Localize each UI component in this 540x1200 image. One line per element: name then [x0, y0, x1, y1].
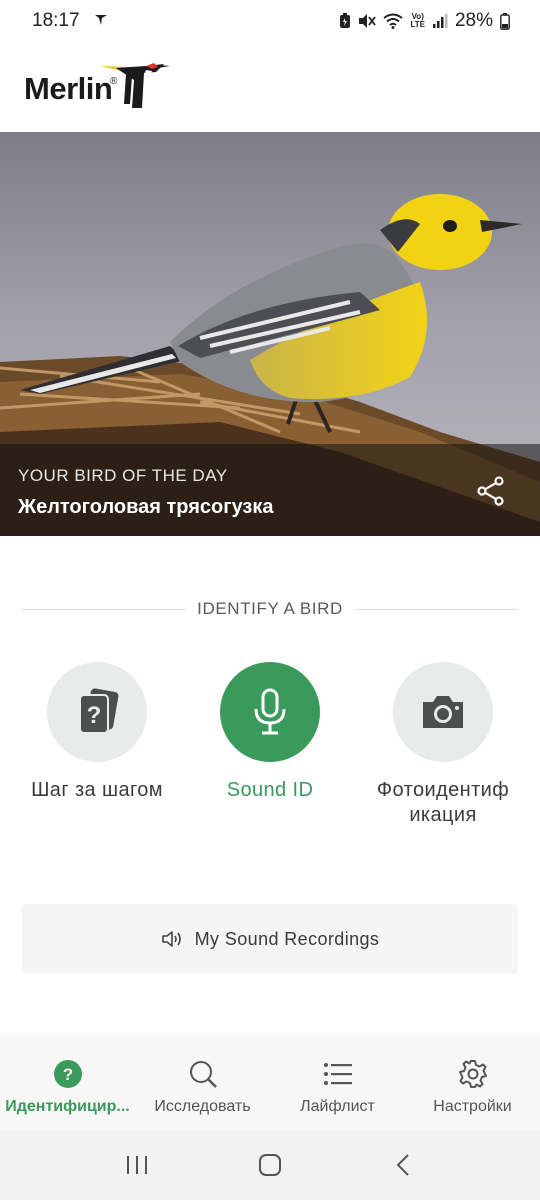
step-by-step-option[interactable]: ? Шаг за шагом — [12, 662, 182, 803]
divider-line-right — [354, 608, 519, 610]
merlin-logo-icon — [86, 60, 176, 117]
share-button[interactable] — [472, 472, 510, 510]
bird-of-the-day-card[interactable]: YOUR BIRD OF THE DAY Желтоголовая трясог… — [0, 132, 540, 536]
back-button[interactable] — [373, 1140, 433, 1190]
home-button[interactable] — [240, 1140, 300, 1190]
divider-line-left — [22, 608, 186, 610]
recent-apps-button[interactable] — [107, 1140, 167, 1190]
camera-icon — [423, 696, 463, 728]
home-icon — [258, 1154, 281, 1176]
photo-id-label: Фотоидентиф икация — [376, 779, 510, 826]
app-header: Merlin ® — [0, 42, 540, 132]
hero-caption-overlay — [0, 444, 540, 536]
battery-icon — [500, 12, 510, 30]
bird-of-day-name[interactable]: Желтоголовая трясогузка — [18, 496, 274, 519]
sound-id-button[interactable] — [220, 662, 320, 762]
bird-of-day-kicker: YOUR BIRD OF THE DAY — [18, 466, 228, 485]
nav-settings[interactable]: Настройки — [405, 1034, 540, 1130]
signal-icon — [432, 13, 448, 29]
search-icon — [189, 1061, 217, 1088]
help-circle-icon: ? — [53, 1060, 82, 1088]
my-sound-recordings-label: My Sound Recordings — [194, 928, 380, 949]
speaker-icon — [161, 931, 181, 947]
recent-apps-icon — [126, 1156, 147, 1174]
microphone-icon — [254, 688, 286, 735]
bottom-navigation: ? Идентифицир... Исследовать Лайфлист На… — [0, 1034, 540, 1130]
battery-saver-icon — [339, 13, 351, 29]
share-icon — [477, 476, 504, 506]
nav-settings-label: Настройки — [433, 1098, 512, 1115]
svg-text:?: ? — [87, 702, 102, 729]
photo-id-option[interactable]: Фотоидентиф икация — [358, 662, 528, 828]
nav-identify-label: Идентифицир... — [5, 1098, 130, 1115]
location-arrow-icon — [94, 10, 108, 32]
nav-explore-label: Исследовать — [154, 1098, 251, 1115]
nav-identify[interactable]: ? Идентифицир... — [0, 1034, 135, 1130]
step-by-step-label: Шаг за шагом — [31, 779, 163, 801]
sound-id-label: Sound ID — [226, 779, 314, 801]
my-sound-recordings-button[interactable]: My Sound Recordings — [22, 904, 518, 974]
nav-lifelist[interactable]: Лайфлист — [270, 1034, 405, 1130]
mute-icon — [358, 13, 377, 29]
identify-section-label: IDENTIFY A BIRD — [197, 599, 343, 618]
identify-section-header: IDENTIFY A BIRD — [22, 598, 519, 620]
volte-icon: Vo) LTE — [410, 12, 425, 29]
step-by-step-button[interactable]: ? — [47, 662, 147, 762]
system-navigation-bar — [0, 1130, 540, 1200]
nav-lifelist-label: Лайфлист — [300, 1098, 375, 1115]
status-time: 18:17 — [32, 10, 80, 31]
step-by-step-cards-icon: ? — [79, 688, 119, 734]
gear-icon — [458, 1060, 487, 1088]
list-icon — [323, 1063, 352, 1085]
wifi-icon — [383, 13, 404, 29]
sound-id-option[interactable]: Sound ID — [185, 662, 355, 803]
nav-explore[interactable]: Исследовать — [135, 1034, 270, 1130]
status-bar: 18:17 Vo) LTE 28% — [0, 0, 540, 42]
back-icon — [396, 1154, 410, 1176]
svg-text:?: ? — [62, 1065, 72, 1084]
photo-id-button[interactable] — [393, 662, 493, 762]
battery-percent: 28% — [454, 10, 493, 31]
